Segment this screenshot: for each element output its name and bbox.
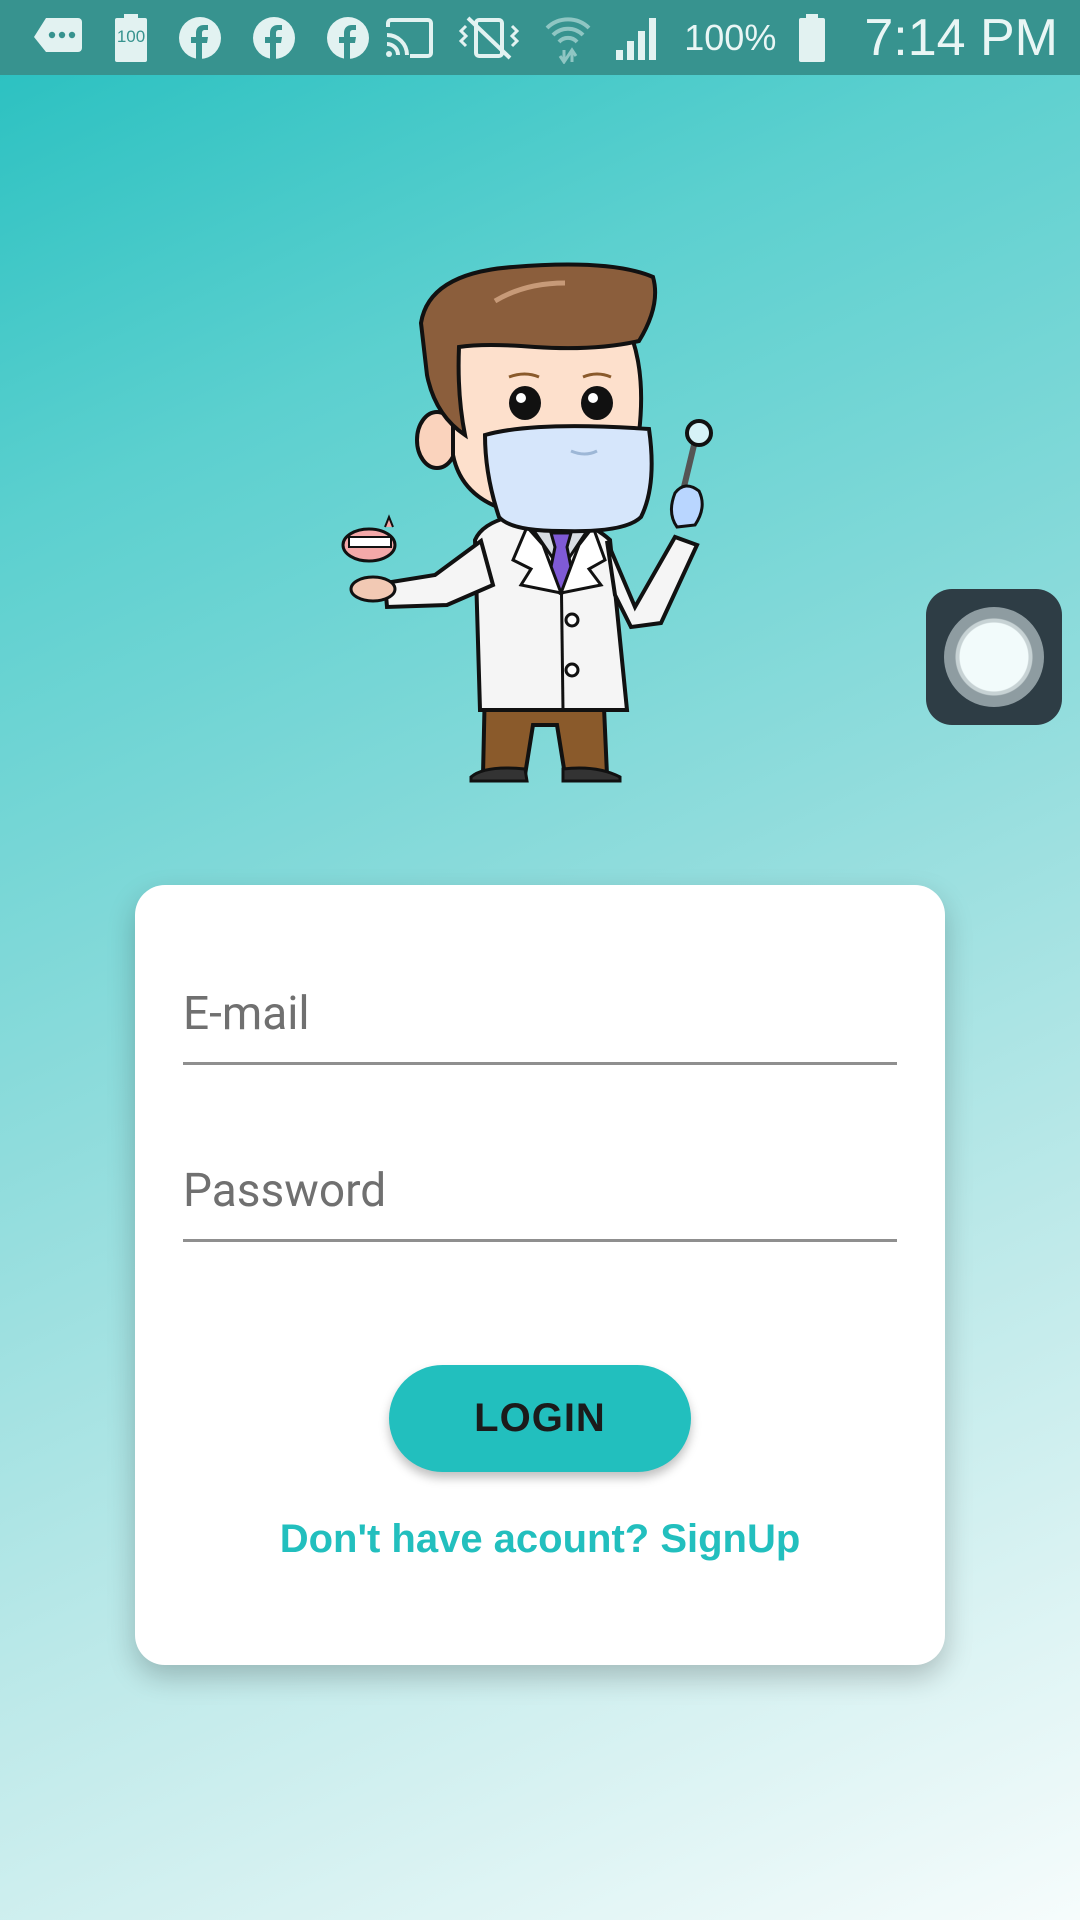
facebook-icon — [326, 16, 370, 60]
wifi-icon — [544, 12, 592, 64]
messages-icon — [32, 15, 84, 61]
login-card: LOGIN Don't have acount? SignUp — [135, 885, 945, 1665]
cast-icon — [384, 17, 434, 59]
signup-link[interactable]: Don't have acount? SignUp — [135, 1517, 945, 1562]
system-icons: 100% 7:14 PM — [384, 8, 1058, 68]
email-field[interactable] — [183, 965, 897, 1062]
battery-percent: 100% — [684, 16, 777, 58]
facebook-icon — [252, 16, 296, 60]
email-field-container — [183, 965, 897, 1065]
password-field-container — [183, 1142, 897, 1242]
assistive-touch-button[interactable] — [926, 589, 1062, 725]
assistive-touch-icon — [944, 607, 1044, 707]
clock: 7:14 PM — [864, 8, 1058, 67]
notification-icons: 100 — [32, 13, 370, 63]
status-bar: 100 100% 7:14 PM — [0, 0, 1080, 75]
signal-icon — [614, 14, 662, 62]
login-button[interactable]: LOGIN — [389, 1365, 691, 1472]
battery-icon — [798, 13, 826, 63]
battery-100-icon: 100 — [114, 13, 148, 63]
dentist-mascot-illustration — [335, 255, 745, 795]
password-field[interactable] — [183, 1142, 897, 1239]
battery-small-label: 100 — [116, 26, 146, 46]
facebook-icon — [178, 16, 222, 60]
vibrate-mute-icon — [456, 14, 522, 62]
